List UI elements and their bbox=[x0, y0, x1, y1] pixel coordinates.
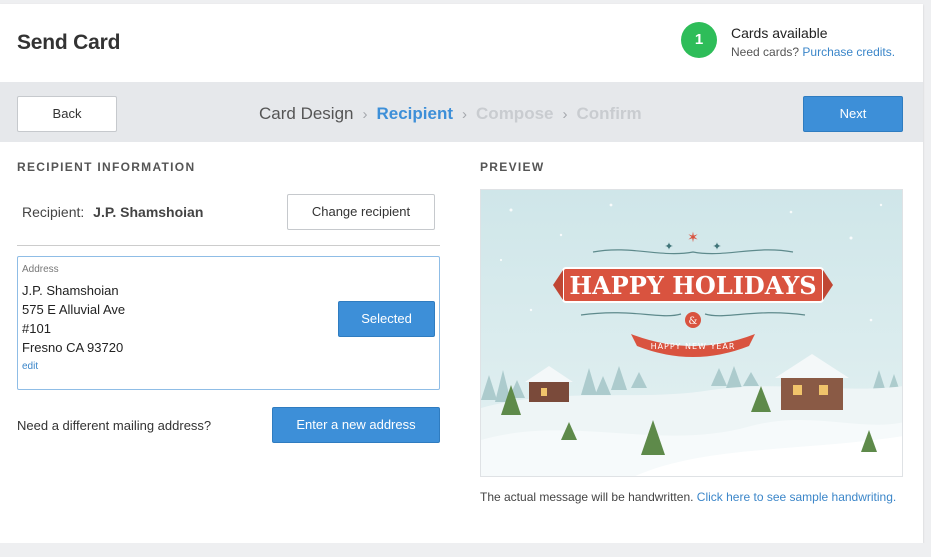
credits-title: Cards available bbox=[731, 25, 828, 41]
card-ampersand: & bbox=[689, 316, 698, 327]
step-recipient: Recipient bbox=[376, 104, 454, 123]
recipient-name: J.P. Shamshoian bbox=[93, 204, 204, 220]
svg-text:✦: ✦ bbox=[712, 240, 721, 253]
preview-section-title: PREVIEW bbox=[480, 160, 545, 174]
chevron-right-icon: › bbox=[462, 106, 468, 123]
address-line: #101 bbox=[22, 321, 51, 336]
back-button[interactable]: Back bbox=[17, 96, 117, 132]
recipient-row: Recipient: J.P. Shamshoian bbox=[22, 204, 203, 220]
handwriting-note: The actual message will be handwritten. … bbox=[480, 488, 900, 507]
wizard-steps: Card Design › Recipient › Compose › Confirm bbox=[259, 104, 642, 124]
sample-handwriting-link[interactable]: Click here to see sample handwriting. bbox=[697, 490, 896, 504]
selected-button[interactable]: Selected bbox=[338, 301, 435, 337]
card-heading: HAPPY HOLIDAYS bbox=[569, 271, 816, 300]
purchase-credits-link[interactable]: Purchase credits. bbox=[802, 45, 895, 59]
card-preview-image: ✶ ✦ ✦ HAPPY HOLIDAYS & HAPPY NEW YEAR bbox=[480, 189, 903, 477]
page-header: Send Card 1 Cards available Need cards? … bbox=[0, 4, 923, 82]
card-ribbon-text: HAPPY NEW YEAR bbox=[651, 342, 736, 351]
page-title: Send Card bbox=[17, 31, 121, 54]
address-line: J.P. Shamshoian bbox=[22, 283, 119, 298]
address-label: Address bbox=[22, 264, 59, 275]
edit-address-link[interactable]: edit bbox=[22, 361, 38, 372]
credits-prompt: Need cards? bbox=[731, 45, 800, 59]
credits-subtext: Need cards? Purchase credits. bbox=[731, 45, 895, 59]
credits-count-badge: 1 bbox=[681, 22, 717, 58]
step-compose: Compose bbox=[476, 104, 554, 123]
different-address-prompt: Need a different mailing address? bbox=[17, 418, 212, 433]
svg-text:✦: ✦ bbox=[664, 240, 673, 253]
change-recipient-button[interactable]: Change recipient bbox=[287, 194, 435, 230]
enter-new-address-button[interactable]: Enter a new address bbox=[272, 407, 440, 443]
recipient-label: Recipient: bbox=[22, 204, 85, 220]
chevron-right-icon: › bbox=[562, 106, 568, 123]
address-line: Fresno CA 93720 bbox=[22, 340, 124, 355]
step-card-design[interactable]: Card Design bbox=[259, 104, 354, 124]
divider bbox=[17, 245, 440, 246]
step-bar: Back Card Design › Recipient › Compose › Confi… bbox=[0, 82, 923, 142]
step-confirm: Confirm bbox=[576, 104, 642, 123]
main-card: Send Card 1 Cards available Need cards? … bbox=[0, 4, 923, 543]
address-line: 575 E Alluvial Ave bbox=[22, 302, 126, 317]
handwriting-note-text: The actual message will be handwritten. bbox=[480, 490, 694, 504]
svg-text:✶: ✶ bbox=[687, 230, 699, 246]
recipient-section-title: RECIPIENT INFORMATION bbox=[17, 160, 196, 174]
page-footer-strip bbox=[0, 543, 931, 557]
chevron-right-icon: › bbox=[362, 106, 368, 123]
next-button[interactable]: Next bbox=[803, 96, 903, 132]
